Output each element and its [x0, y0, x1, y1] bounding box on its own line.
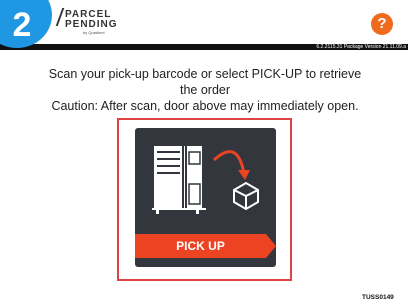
logo-slash-icon	[55, 8, 65, 26]
version-bar: 6.2.2115.31 Package Version 21.11.09.a	[0, 44, 408, 50]
instruction-line-2: the order	[179, 83, 231, 97]
instruction-caution: Caution: After scan, door above may imme…	[51, 99, 359, 113]
pickup-button[interactable]: PICK UP	[135, 234, 276, 258]
help-button[interactable]: ?	[371, 13, 393, 35]
step-number: 2	[12, 6, 32, 44]
instruction-line-1: Scan your pick-up barcode or select PICK…	[48, 67, 362, 81]
pickup-tile[interactable]: PICK UP	[135, 128, 276, 267]
logo-subtitle: by Quadient	[83, 30, 105, 35]
locker-icon	[152, 146, 259, 214]
header: PARCEL PENDING by Quadient ?	[0, 0, 408, 38]
logo-line-pending: PENDING	[65, 19, 118, 30]
kiosk-id: TUSS0149	[362, 294, 394, 301]
